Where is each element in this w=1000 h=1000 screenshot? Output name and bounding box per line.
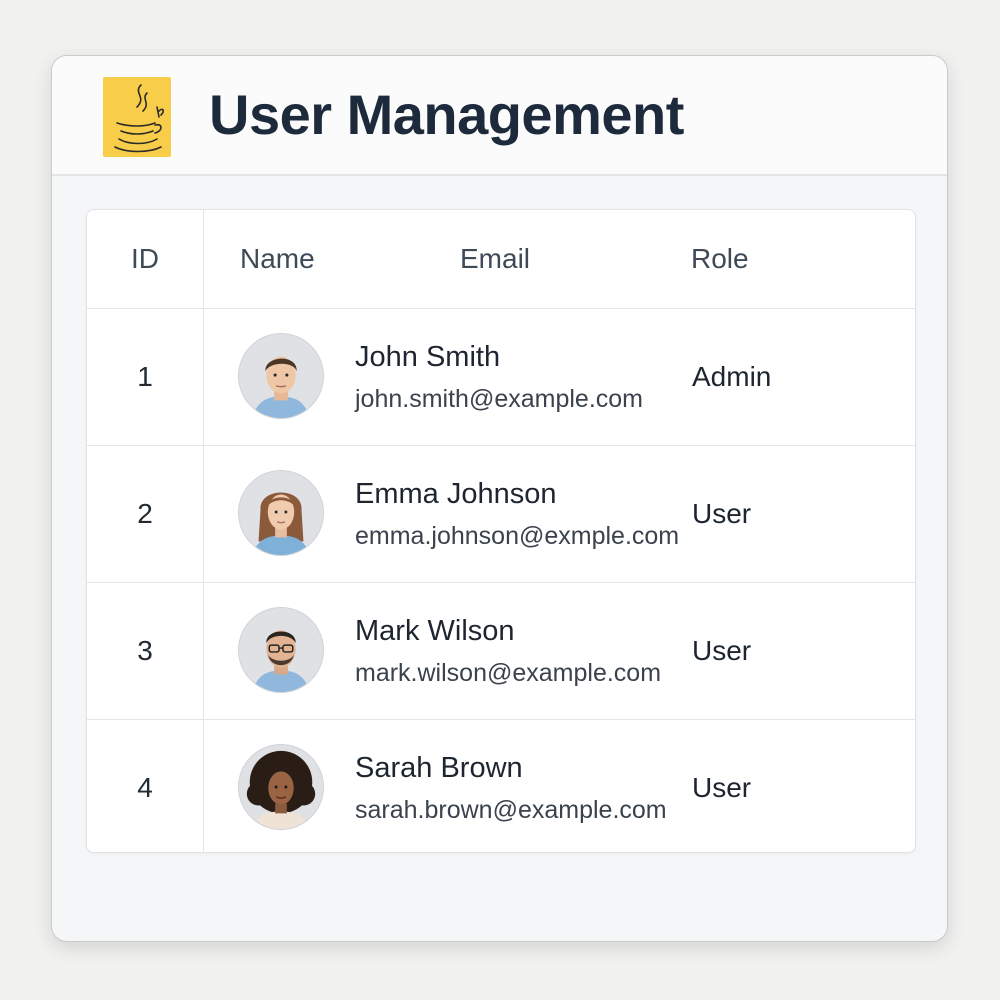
avatar [238,744,324,830]
user-email[interactable]: mark.wilson@example.com [355,659,661,688]
table-row[interactable]: 1 John Smith john.smith@example.com Admi… [87,309,915,446]
page-header: User Management [52,56,947,176]
avatar [238,607,324,693]
user-role: User [692,635,752,666]
user-name: Emma Johnson [355,478,557,510]
column-header-id[interactable]: ID [131,243,159,275]
user-role: Admin [692,361,772,392]
user-name: Sarah Brown [355,752,523,784]
user-id: 2 [137,498,153,529]
user-email[interactable]: john.smith@example.com [355,385,643,414]
users-table: ID Name Email Role 1 John Smith john.smi… [86,209,916,853]
user-id: 1 [137,361,153,392]
java-logo-icon [103,77,171,157]
user-email[interactable]: emma.johnson@exmple.com [355,522,679,551]
column-header-role[interactable]: Role [691,243,749,275]
table-row[interactable]: 3 Mark Wilson mark.wilson@example.com Us… [87,583,915,720]
user-id: 4 [137,772,153,803]
table-row[interactable]: 4 Sarah Brown sarah.brown@example.com Us [87,720,915,852]
column-header-name[interactable]: Name [240,243,315,275]
table-header: ID Name Email Role [87,210,915,309]
user-role: User [692,772,752,803]
page-title: User Management [209,83,684,146]
user-name: John Smith [355,341,501,373]
user-role: User [692,498,752,529]
app-window: User Management ID Name Email Role 1 Joh… [51,55,948,942]
user-email[interactable]: sarah.brown@example.com [355,796,667,825]
avatar [238,333,324,419]
table-row[interactable]: 2 Emma Johnson emma.johnson@exmple.com U… [87,446,915,583]
user-name: Mark Wilson [355,615,515,647]
column-header-email[interactable]: Email [460,243,530,275]
avatar [238,470,324,556]
user-id: 3 [137,635,153,666]
